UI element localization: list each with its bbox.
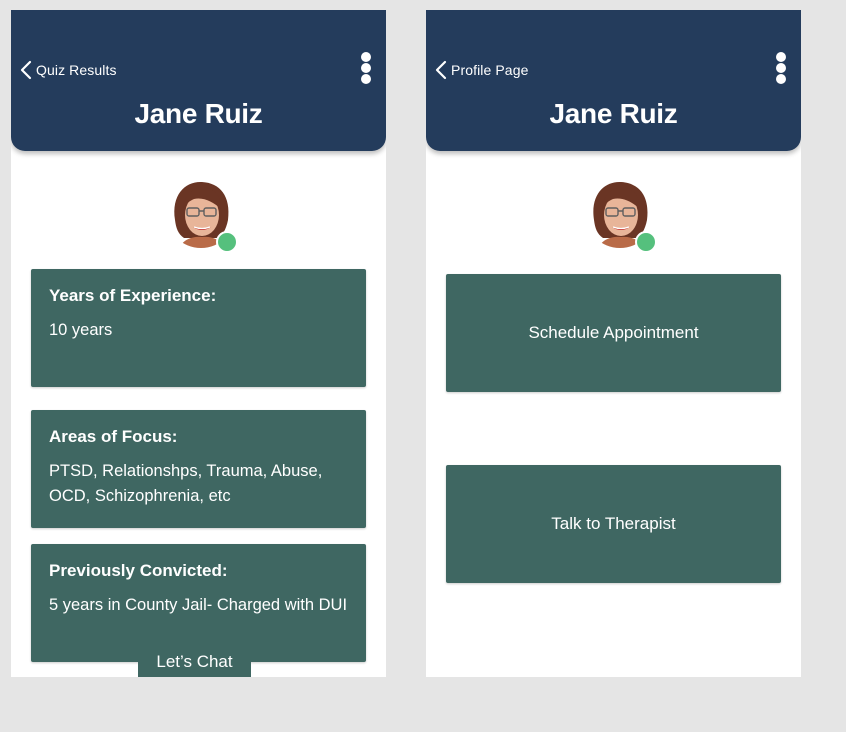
focus-card: Areas of Focus: PTSD, Relationshps, Trau… xyxy=(31,410,366,528)
avatar xyxy=(585,178,657,253)
profile-actions-screen: Profile Page Jane Ruiz Schedule Appointm… xyxy=(426,10,801,677)
back-label: Quiz Results xyxy=(36,62,117,78)
back-label: Profile Page xyxy=(451,62,529,78)
experience-card: Years of Experience: 10 years xyxy=(31,269,366,387)
online-status-icon xyxy=(635,231,657,253)
therapist-profile-screen: Quiz Results Jane Ruiz Years of Experien… xyxy=(11,10,386,677)
lets-chat-button[interactable]: Let’s Chat xyxy=(138,650,251,677)
avatar xyxy=(166,178,238,253)
more-vertical-icon xyxy=(361,52,371,62)
back-button[interactable]: Quiz Results xyxy=(20,60,117,80)
page-title: Jane Ruiz xyxy=(134,98,263,129)
button-label: Talk to Therapist xyxy=(551,514,676,533)
card-title: Areas of Focus: xyxy=(49,427,178,446)
chevron-left-icon xyxy=(20,60,32,80)
menu-dot xyxy=(776,63,786,73)
card-title: Years of Experience: xyxy=(49,286,217,305)
schedule-appointment-button[interactable]: Schedule Appointment xyxy=(446,274,781,392)
conviction-card: Previously Convicted: 5 years in County … xyxy=(31,544,366,662)
card-title: Previously Convicted: xyxy=(49,561,228,580)
menu-dot xyxy=(361,63,371,73)
chevron-left-icon xyxy=(435,60,447,80)
page-title: Jane Ruiz xyxy=(549,98,678,129)
header: Profile Page Jane Ruiz xyxy=(426,10,801,151)
card-body: 10 years xyxy=(49,321,113,339)
online-status-icon xyxy=(216,231,238,253)
more-menu-button[interactable] xyxy=(359,52,373,84)
more-menu-button[interactable] xyxy=(774,52,788,84)
header: Quiz Results Jane Ruiz xyxy=(11,10,386,151)
card-body: 5 years in County Jail- Charged with DUI xyxy=(49,596,348,614)
more-vertical-icon xyxy=(776,52,786,62)
menu-dot xyxy=(361,74,371,84)
back-button[interactable]: Profile Page xyxy=(435,60,528,80)
button-label: Schedule Appointment xyxy=(528,323,699,342)
card-body: PTSD, Relationshps, Trauma, Abuse, OCD, … xyxy=(49,462,323,505)
talk-to-therapist-button[interactable]: Talk to Therapist xyxy=(446,465,781,583)
menu-dot xyxy=(776,74,786,84)
